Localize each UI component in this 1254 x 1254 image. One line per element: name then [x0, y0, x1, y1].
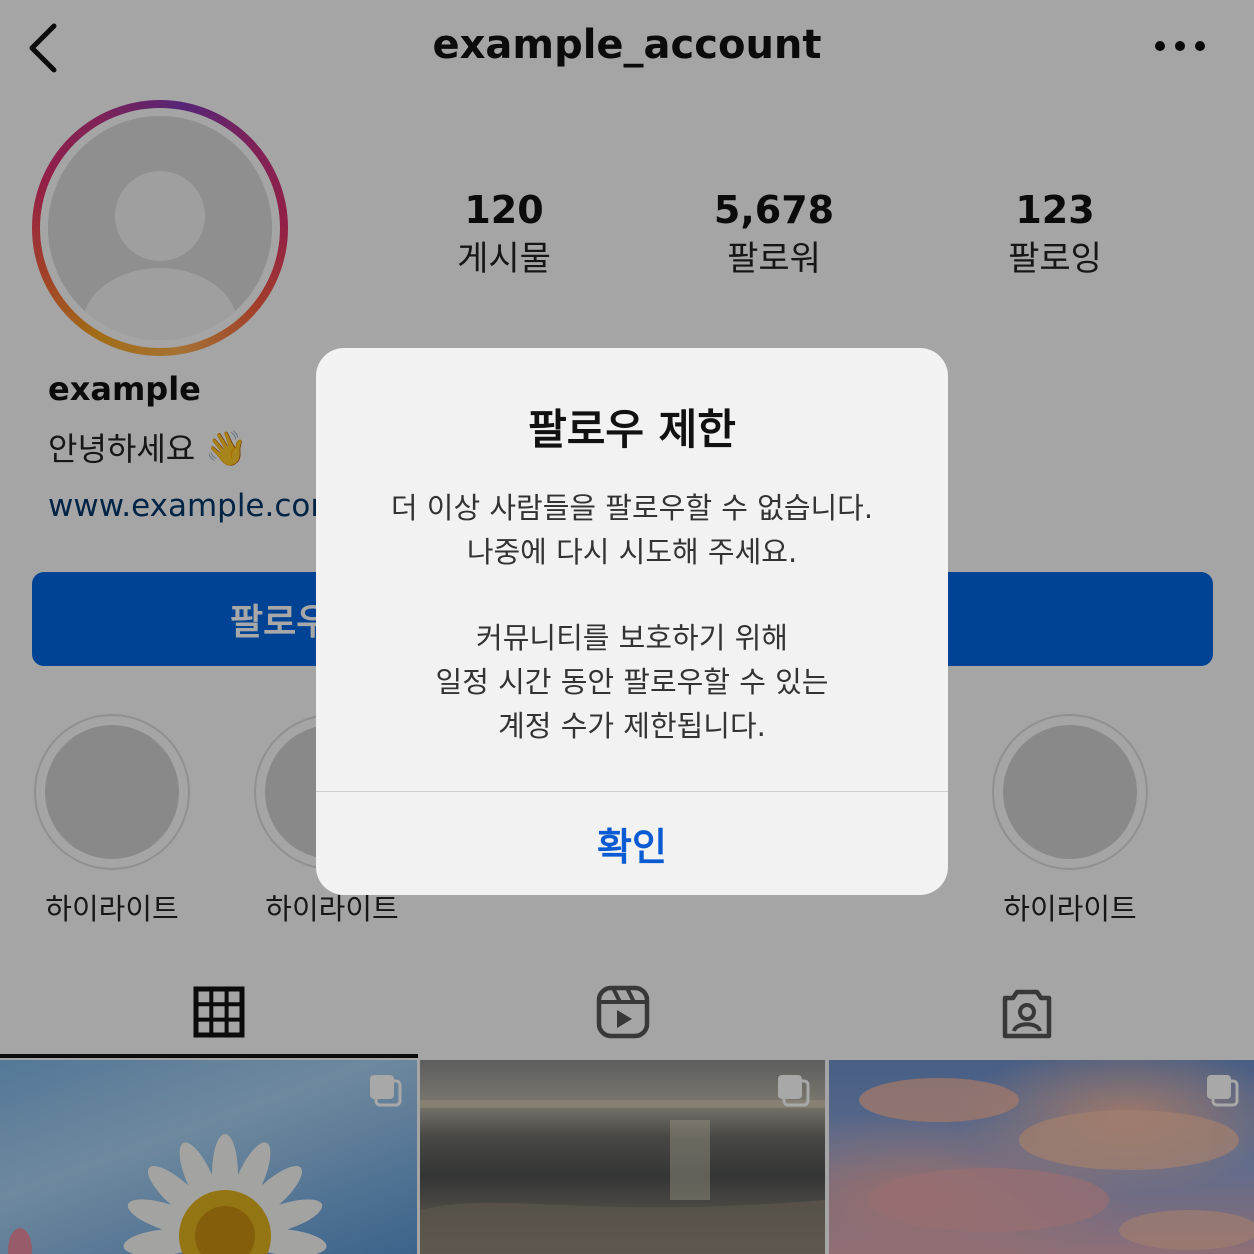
follow-limit-dialog: 팔로우 제한 더 이상 사람들을 팔로우할 수 없습니다. 나중에 다시 시도해… [316, 348, 948, 895]
profile-page: example_account 120 게시물 5,678 팔로워 123 팔로… [0, 0, 1254, 1254]
confirm-button[interactable]: 확인 [316, 792, 948, 895]
dialog-explanation: 커뮤니티를 보호하기 위해 일정 시간 동안 팔로우할 수 있는 계정 수가 제… [336, 616, 928, 748]
dialog-message-line: 일정 시간 동안 팔로우할 수 있는 [435, 665, 829, 699]
dialog-message-line: 더 이상 사람들을 팔로우할 수 없습니다. [390, 491, 874, 525]
dialog-message-line: 계정 수가 제한됩니다. [498, 709, 766, 743]
dialog-message-line: 커뮤니티를 보호하기 위해 [476, 621, 788, 655]
dialog-message-line: 나중에 다시 시도해 주세요. [466, 535, 798, 569]
dialog-message: 더 이상 사람들을 팔로우할 수 없습니다. 나중에 다시 시도해 주세요. [336, 486, 928, 574]
dialog-title: 팔로우 제한 [528, 405, 736, 454]
